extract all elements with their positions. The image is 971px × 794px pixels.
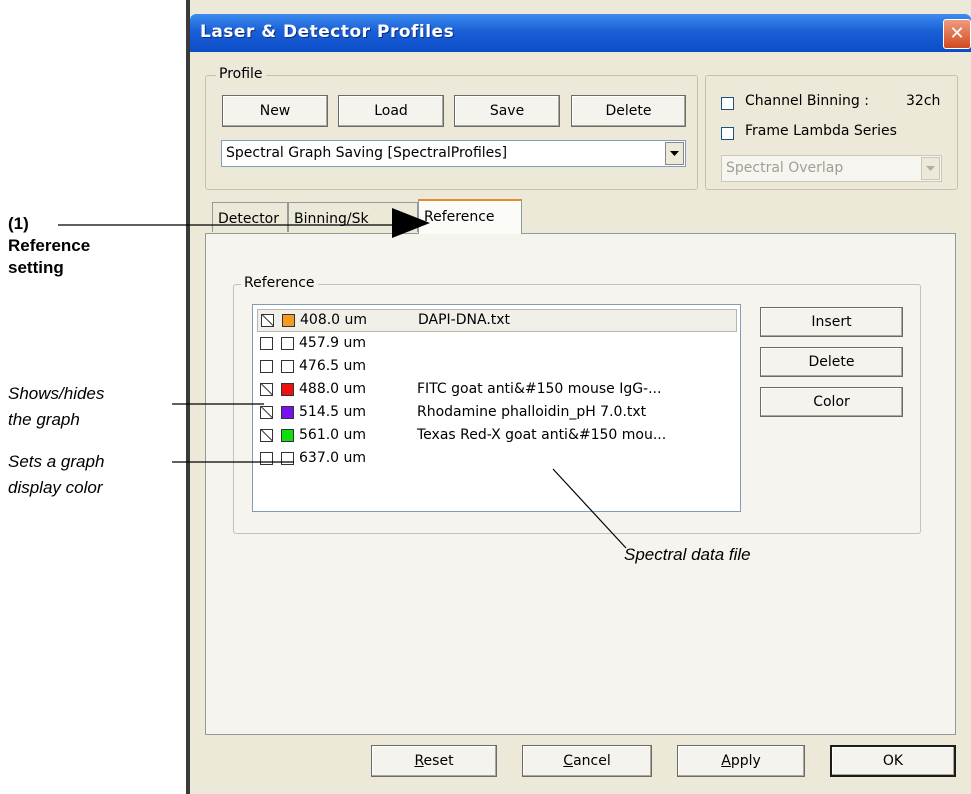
- annotation-show-line1: Shows/hides: [8, 384, 105, 403]
- profile-select-value: Spectral Graph Saving [SpectralProfiles]: [226, 145, 508, 161]
- show-graph-checkbox[interactable]: [260, 360, 273, 373]
- annotation-ref-number: (1): [8, 214, 29, 233]
- color-button[interactable]: Color: [760, 387, 903, 417]
- show-graph-checkbox[interactable]: [260, 383, 273, 396]
- color-swatch[interactable]: [281, 383, 294, 396]
- profile-select[interactable]: Spectral Graph Saving [SpectralProfiles]: [221, 140, 686, 167]
- spectral-file: DAPI-DNA.txt: [418, 312, 511, 328]
- reference-row[interactable]: 408.0 um DAPI-DNA.txt: [257, 309, 737, 332]
- cancel-button-label: Cancel: [563, 753, 611, 769]
- title-bar[interactable]: Laser & Detector Profiles ✕: [190, 14, 971, 52]
- annotation-ref-line2: setting: [8, 258, 64, 277]
- spectral-overlap-value: Spectral Overlap: [726, 160, 844, 176]
- delete-reference-button[interactable]: Delete: [760, 347, 903, 377]
- chevron-down-icon[interactable]: [665, 142, 684, 165]
- annotation-file-label: Spectral data file: [624, 545, 751, 564]
- apply-button[interactable]: Apply: [677, 745, 805, 777]
- wavelength: 408.0 um: [300, 312, 368, 328]
- tab-reference-label: Reference: [424, 209, 495, 225]
- spectral-file: Rhodamine phalloidin_pH 7.0.txt: [417, 404, 647, 420]
- tab-binning-label: Binning/Sk: [294, 211, 369, 227]
- color-swatch[interactable]: [281, 360, 294, 373]
- annotation-color-line1: Sets a graph: [8, 452, 105, 471]
- window-title: Laser & Detector Profiles: [200, 22, 455, 42]
- wavelength: 488.0 um: [299, 381, 367, 397]
- profile-group: [205, 75, 698, 190]
- reset-button[interactable]: Reset: [371, 745, 497, 777]
- delete-reference-label: Delete: [808, 354, 855, 370]
- tab-reference[interactable]: Reference: [418, 199, 522, 234]
- color-swatch[interactable]: [281, 452, 294, 465]
- channel-binning-label: Channel Binning :: [745, 93, 869, 109]
- reference-row[interactable]: 476.5 um: [257, 356, 737, 379]
- reset-button-label: Reset: [414, 753, 454, 769]
- tab-binning[interactable]: Binning/Sk: [288, 202, 418, 232]
- ok-button[interactable]: OK: [830, 745, 956, 777]
- reference-row[interactable]: 488.0 um FITC goat anti&#150 mouse IgG-.…: [257, 379, 737, 402]
- save-button-label: Save: [489, 103, 525, 119]
- cancel-button[interactable]: Cancel: [522, 745, 652, 777]
- show-graph-checkbox[interactable]: [260, 406, 273, 419]
- load-button-label: Load: [374, 103, 408, 119]
- apply-button-label: Apply: [721, 753, 761, 769]
- insert-button-label: Insert: [811, 314, 852, 330]
- ok-button-label: OK: [882, 753, 904, 769]
- spectral-overlap-select: Spectral Overlap: [721, 155, 942, 182]
- show-graph-checkbox[interactable]: [260, 452, 273, 465]
- tab-detector[interactable]: Detector: [212, 202, 288, 232]
- insert-button[interactable]: Insert: [760, 307, 903, 337]
- delete-profile-button[interactable]: Delete: [571, 95, 686, 127]
- reference-group-label: Reference: [241, 275, 318, 291]
- color-swatch[interactable]: [281, 406, 294, 419]
- wavelength: 561.0 um: [299, 427, 367, 443]
- new-button-label: New: [259, 103, 291, 119]
- color-swatch[interactable]: [281, 337, 294, 350]
- spectral-file: Texas Red-X goat anti&#150 mou...: [417, 427, 667, 443]
- reference-row[interactable]: 637.0 um: [257, 448, 737, 471]
- show-graph-checkbox[interactable]: [260, 429, 273, 442]
- wavelength: 457.9 um: [299, 335, 367, 351]
- reference-row[interactable]: 561.0 um Texas Red-X goat anti&#150 mou.…: [257, 425, 737, 448]
- close-button[interactable]: ✕: [943, 19, 971, 49]
- profile-group-label: Profile: [216, 66, 266, 82]
- save-profile-button[interactable]: Save: [454, 95, 560, 127]
- color-swatch[interactable]: [282, 314, 295, 327]
- wavelength: 637.0 um: [299, 450, 367, 466]
- show-graph-checkbox[interactable]: [260, 337, 273, 350]
- tab-detector-label: Detector: [218, 211, 280, 227]
- color-swatch[interactable]: [281, 429, 294, 442]
- spectral-file: FITC goat anti&#150 mouse IgG-...: [417, 381, 662, 397]
- load-profile-button[interactable]: Load: [338, 95, 444, 127]
- annotation-ref-line1: Reference: [8, 236, 91, 255]
- reference-list[interactable]: 408.0 um DAPI-DNA.txt 457.9 um 476.5 um …: [252, 304, 741, 512]
- wavelength: 514.5 um: [299, 404, 367, 420]
- close-icon: ✕: [949, 23, 965, 44]
- chevron-down-icon: [921, 157, 940, 180]
- annotation-color-line2: display color: [8, 478, 103, 497]
- wavelength: 476.5 um: [299, 358, 367, 374]
- new-profile-button[interactable]: New: [222, 95, 328, 127]
- reference-row[interactable]: 514.5 um Rhodamine phalloidin_pH 7.0.txt: [257, 402, 737, 425]
- show-graph-checkbox[interactable]: [261, 314, 274, 327]
- delete-button-label: Delete: [605, 103, 652, 119]
- channel-binning-checkbox[interactable]: [721, 97, 734, 110]
- annotation-show-line2: the graph: [8, 410, 80, 429]
- channel-binning-value: 32ch: [906, 93, 941, 109]
- frame-lambda-checkbox[interactable]: [721, 127, 734, 140]
- reference-row[interactable]: 457.9 um: [257, 333, 737, 356]
- color-button-label: Color: [813, 394, 850, 410]
- window-border: [186, 0, 190, 794]
- frame-lambda-label: Frame Lambda Series: [745, 123, 897, 139]
